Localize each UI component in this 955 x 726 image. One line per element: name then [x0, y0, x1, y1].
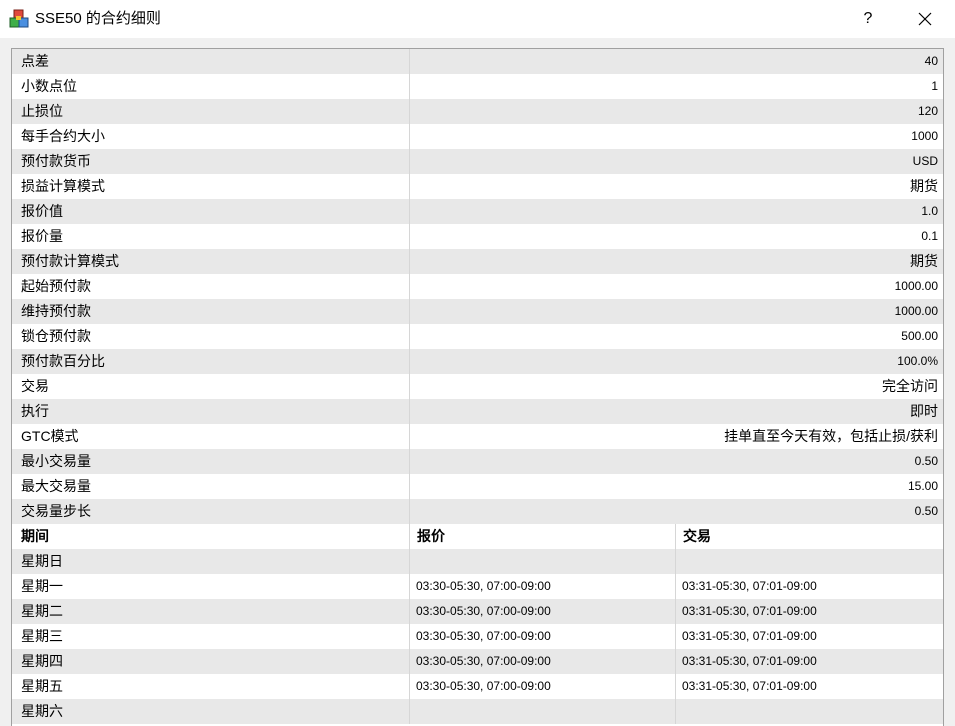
- spec-label: 损益计算模式: [12, 174, 410, 199]
- session-trades: 03:31-05:30, 07:01-09:00: [682, 579, 817, 593]
- spec-label: 维持预付款: [12, 299, 410, 324]
- spec-value: 完全访问: [882, 378, 938, 394]
- spec-value: 120: [917, 104, 938, 118]
- session-day: 星期六: [12, 699, 410, 724]
- spec-label: 交易: [12, 374, 410, 399]
- spec-label: 止损位: [12, 99, 410, 124]
- spec-value: 40: [924, 54, 938, 68]
- spec-value: 期货: [910, 253, 938, 269]
- session-day: 星期五: [12, 674, 410, 699]
- spec-label: 报价量: [12, 224, 410, 249]
- spec-value: 1: [931, 79, 938, 93]
- session-day: 星期三: [12, 624, 410, 649]
- spec-label: 预付款百分比: [12, 349, 410, 374]
- app-cubes-icon: [9, 9, 29, 29]
- session-trades: 03:31-05:30, 07:01-09:00: [682, 629, 817, 643]
- session-quotes: [410, 549, 676, 574]
- spec-row: 交易 完全访问: [12, 374, 943, 399]
- spec-value: 1000.00: [894, 304, 938, 318]
- sessions-header-quotes: 报价: [410, 524, 676, 549]
- spec-label: 起始预付款: [12, 274, 410, 299]
- spec-row: 维持预付款 1000.00: [12, 299, 943, 324]
- spec-row: 每手合约大小 1000: [12, 124, 943, 149]
- spec-label: 预付款计算模式: [12, 249, 410, 274]
- spec-row: 止损位 120: [12, 99, 943, 124]
- spec-label: 交易量步长: [12, 499, 410, 524]
- session-row: 星期六: [12, 699, 943, 724]
- spec-label: GTC模式: [12, 424, 410, 449]
- spec-value: 0.50: [914, 504, 938, 518]
- spec-value: 挂单直至今天有效，包括止损/获利: [724, 428, 938, 444]
- spec-row: 预付款百分比 100.0%: [12, 349, 943, 374]
- spec-label: 最大交易量: [12, 474, 410, 499]
- session-quotes: 03:30-05:30, 07:00-09:00: [410, 624, 676, 649]
- spec-label: 最小交易量: [12, 449, 410, 474]
- spec-value: 15.00: [907, 479, 938, 493]
- sessions-header-trades: 交易: [683, 528, 711, 544]
- session-trades: [676, 549, 943, 574]
- spec-row: 报价值 1.0: [12, 199, 943, 224]
- session-trades: 03:31-05:30, 07:01-09:00: [682, 679, 817, 693]
- session-quotes: 03:30-05:30, 07:00-09:00: [410, 599, 676, 624]
- spec-value: 即时: [910, 403, 938, 419]
- spec-value: 1000: [911, 129, 938, 143]
- session-day: 星期日: [12, 549, 410, 574]
- title-bar: SSE50 的合约细则 ?: [0, 0, 955, 38]
- contract-spec-grid: 点差 40 小数点位 1 止损位 120 每手合约大小 1000 预付款货币 U…: [11, 48, 944, 726]
- spec-label: 预付款货币: [12, 149, 410, 174]
- spec-row: 执行 即时: [12, 399, 943, 424]
- session-quotes: [410, 699, 676, 724]
- spec-row: 报价量 0.1: [12, 224, 943, 249]
- spec-row: 交易量步长 0.50: [12, 499, 943, 524]
- session-row: 星期一 03:30-05:30, 07:00-09:00 03:31-05:30…: [12, 574, 943, 599]
- close-button[interactable]: [902, 0, 948, 38]
- session-day: 星期二: [12, 599, 410, 624]
- spec-row: 锁仓预付款 500.00: [12, 324, 943, 349]
- sessions-header-row: 期间 报价 交易: [12, 524, 943, 549]
- window-title: SSE50 的合约细则: [35, 10, 161, 27]
- spec-row: 小数点位 1: [12, 74, 943, 99]
- spec-value: 期货: [910, 178, 938, 194]
- spec-row: 起始预付款 1000.00: [12, 274, 943, 299]
- spec-row: 预付款计算模式 期货: [12, 249, 943, 274]
- spec-value: 0.1: [921, 229, 938, 243]
- session-row: 星期二 03:30-05:30, 07:00-09:00 03:31-05:30…: [12, 599, 943, 624]
- session-row: 星期三 03:30-05:30, 07:00-09:00 03:31-05:30…: [12, 624, 943, 649]
- spec-row: 损益计算模式 期货: [12, 174, 943, 199]
- help-button[interactable]: ?: [846, 0, 890, 38]
- spec-label: 执行: [12, 399, 410, 424]
- session-day: 星期四: [12, 649, 410, 674]
- session-quotes: 03:30-05:30, 07:00-09:00: [410, 649, 676, 674]
- spec-value: 1000.00: [894, 279, 938, 293]
- close-icon: [918, 12, 932, 26]
- session-quotes: 03:30-05:30, 07:00-09:00: [410, 674, 676, 699]
- spec-value: 100.0%: [897, 354, 938, 368]
- spec-label: 点差: [12, 49, 410, 74]
- spec-row: GTC模式 挂单直至今天有效，包括止损/获利: [12, 424, 943, 449]
- spec-label: 报价值: [12, 199, 410, 224]
- spec-value: 500.00: [901, 329, 938, 343]
- session-trades: [676, 699, 943, 724]
- session-quotes: 03:30-05:30, 07:00-09:00: [410, 574, 676, 599]
- spec-value: USD: [912, 154, 938, 168]
- session-trades: 03:31-05:30, 07:01-09:00: [682, 654, 817, 668]
- spec-value: 1.0: [921, 204, 938, 218]
- spec-row: 最小交易量 0.50: [12, 449, 943, 474]
- spec-row: 最大交易量 15.00: [12, 474, 943, 499]
- spec-label: 每手合约大小: [12, 124, 410, 149]
- spec-row: 点差 40: [12, 49, 943, 74]
- spec-value: 0.50: [914, 454, 938, 468]
- session-row: 星期日: [12, 549, 943, 574]
- session-day: 星期一: [12, 574, 410, 599]
- session-trades: 03:31-05:30, 07:01-09:00: [682, 604, 817, 618]
- spec-row: 预付款货币 USD: [12, 149, 943, 174]
- session-row: 星期五 03:30-05:30, 07:00-09:00 03:31-05:30…: [12, 674, 943, 699]
- spec-label: 锁仓预付款: [12, 324, 410, 349]
- session-row: 星期四 03:30-05:30, 07:00-09:00 03:31-05:30…: [12, 649, 943, 674]
- spec-label: 小数点位: [12, 74, 410, 99]
- sessions-header-period: 期间: [12, 524, 410, 549]
